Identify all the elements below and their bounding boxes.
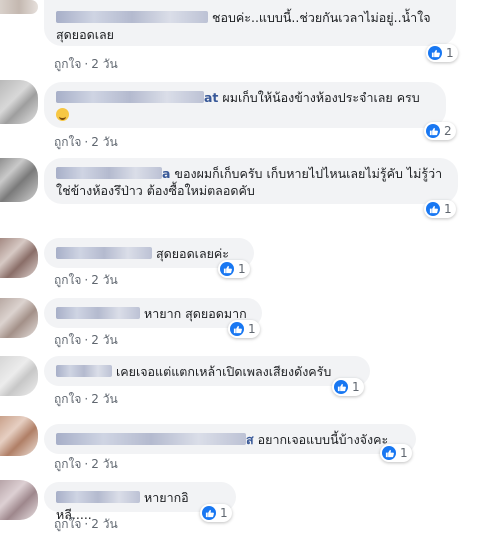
like-link[interactable]: ถูกใจ <box>54 457 81 471</box>
avatar[interactable] <box>0 356 38 396</box>
commenter-name[interactable] <box>56 365 112 377</box>
comment-meta: ถูกใจ · 2 วัน <box>54 457 118 471</box>
reaction-count[interactable]: 1 <box>218 260 250 278</box>
like-link[interactable]: ถูกใจ <box>54 273 81 287</box>
reaction-count[interactable]: 1 <box>380 444 412 462</box>
comment-bubble: เคยเจอแต่แตกเหล้าเปิดเพลงเสียงดังครับ <box>44 356 370 386</box>
avatar[interactable] <box>0 480 38 520</box>
like-link[interactable]: ถูกใจ <box>54 392 81 406</box>
timestamp[interactable]: 2 วัน <box>91 333 117 347</box>
like-icon <box>426 124 440 138</box>
like-icon <box>428 46 442 60</box>
comment-bubble: ส อยากเจอแบบนี้บ้างจังคะ <box>44 424 416 454</box>
avatar[interactable] <box>0 80 38 124</box>
like-icon <box>202 506 216 520</box>
comment-meta: ถูกใจ · 2 วัน <box>54 135 118 149</box>
timestamp[interactable]: 2 วัน <box>91 57 117 71</box>
timestamp[interactable]: 2 วัน <box>91 457 117 471</box>
comment-bubble: a ของผมก็เก็บครับ เก็บหายไปไหนเลยไม่รู้ค… <box>44 158 458 204</box>
like-link[interactable]: ถูกใจ <box>54 57 81 71</box>
comment-text: สุดยอดเลยค่ะ <box>155 246 230 261</box>
reaction-count[interactable]: 2 <box>424 122 456 140</box>
like-link[interactable]: ถูกใจ <box>54 333 81 347</box>
like-icon <box>220 262 234 276</box>
commenter-name[interactable] <box>56 491 140 503</box>
timestamp[interactable]: 2 วัน <box>91 392 117 406</box>
avatar[interactable] <box>0 0 38 14</box>
timestamp[interactable]: 2 วัน <box>91 273 117 287</box>
comment-text: เคยเจอแต่แตกเหล้าเปิดเพลงเสียงดังครับ <box>115 364 332 379</box>
avatar[interactable] <box>0 416 38 456</box>
comment-meta: ถูกใจ · 2 วัน <box>54 333 118 347</box>
comment-meta: ถูกใจ · 2 วัน <box>54 57 118 71</box>
reaction-count[interactable]: 1 <box>424 200 456 218</box>
reaction-count[interactable]: 1 <box>200 504 232 522</box>
avatar[interactable] <box>0 158 38 202</box>
avatar[interactable] <box>0 238 38 278</box>
reaction-count[interactable]: 1 <box>332 378 364 396</box>
comment-text: หายาก สุดยอดมาก <box>143 306 247 321</box>
like-link[interactable]: ถูกใจ <box>54 517 81 531</box>
comment-bubble: at ผมเก็บให้น้องข้างห้องประจำเลย ครบ <box>44 82 446 128</box>
comment-text: ผมเก็บให้น้องข้างห้องประจำเลย ครบ <box>222 90 420 105</box>
commenter-name[interactable] <box>56 91 204 103</box>
commenter-name[interactable] <box>56 307 140 319</box>
comment-meta: ถูกใจ · 2 วัน <box>54 517 118 531</box>
commenter-name[interactable] <box>56 247 152 259</box>
like-icon <box>230 322 244 336</box>
like-icon <box>334 380 348 394</box>
timestamp[interactable]: 2 วัน <box>91 135 117 149</box>
reaction-count[interactable]: 1 <box>426 44 458 62</box>
like-link[interactable]: ถูกใจ <box>54 135 81 149</box>
timestamp[interactable]: 2 วัน <box>91 517 117 531</box>
commenter-name[interactable] <box>56 167 162 179</box>
like-icon <box>426 202 440 216</box>
comment-meta: ถูกใจ · 2 วัน <box>54 273 118 287</box>
grin-emoji-icon <box>56 108 69 121</box>
comment-text: อยากเจอแบบนี้บ้างจังคะ <box>257 432 389 447</box>
avatar[interactable] <box>0 298 38 338</box>
commenter-name[interactable] <box>56 11 208 23</box>
commenter-name[interactable] <box>56 433 246 445</box>
like-icon <box>382 446 396 460</box>
reaction-count[interactable]: 1 <box>228 320 260 338</box>
comment-meta: ถูกใจ · 2 วัน <box>54 392 118 406</box>
comment-bubble: ชอบค่ะ..แบบนี้..ช่วยกันเวลาไม่อยู่..น้ำใ… <box>44 0 456 46</box>
